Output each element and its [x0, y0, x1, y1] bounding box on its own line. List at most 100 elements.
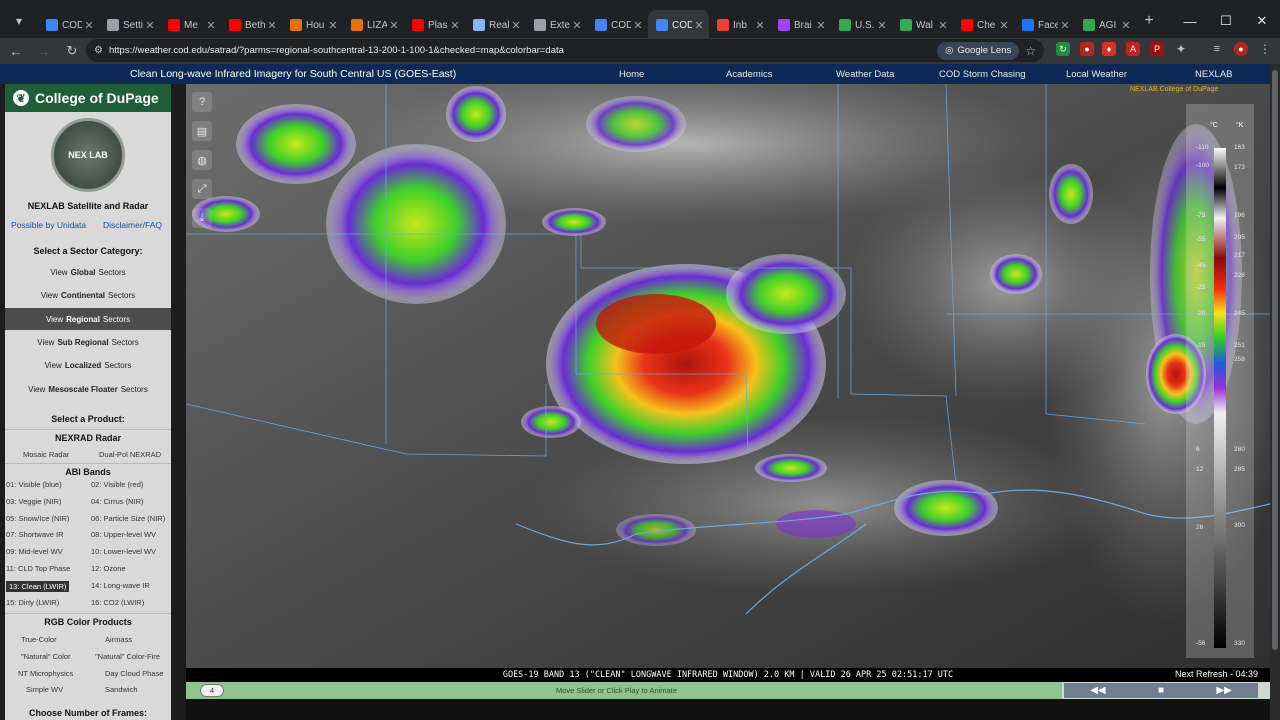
tab-close-icon[interactable]: ✕ [814, 19, 828, 32]
abi-band-link[interactable]: 06: Particle Size (NIR) [91, 514, 165, 523]
tab-close-icon[interactable]: ✕ [1119, 19, 1133, 32]
address-bar[interactable]: ⚙ https://weather.cod.edu/satrad/?parms=… [86, 39, 1044, 62]
sector-global-button[interactable]: View Global Sectors [5, 261, 171, 283]
browser-tab[interactable]: Beth ✕ [221, 10, 282, 40]
back-icon[interactable]: ← [4, 39, 28, 63]
tab-close-icon[interactable]: ✕ [387, 19, 401, 32]
abi-band-link[interactable]: 07: Shortwave IR [6, 530, 64, 539]
animation-slider[interactable]: 4 Move Slider or Click Play to Animate ◀… [186, 682, 1270, 699]
rgb-product-link[interactable]: True-Color [21, 635, 57, 644]
abi-band-link[interactable]: 02: Visible (red) [91, 480, 143, 489]
tab-close-icon[interactable]: ✕ [448, 19, 462, 32]
abi-band-link[interactable]: 03: Veggie (NIR) [6, 497, 61, 506]
browser-tab[interactable]: Che ✕ [953, 10, 1014, 40]
browser-tab[interactable]: Face ✕ [1014, 10, 1075, 40]
extension-abp-icon[interactable]: A [1126, 42, 1140, 56]
extension-red-icon[interactable]: ● [1080, 42, 1094, 56]
browser-tab[interactable]: COD ✕ [648, 10, 709, 40]
sector-mesoscale-button[interactable]: View Mesoscale Floater Sectors [5, 378, 171, 400]
disclaimer-link[interactable]: Disclaimer/FAQ [103, 220, 162, 230]
sector-subregional-button[interactable]: View Sub Regional Sectors [5, 331, 171, 353]
rgb-product-link[interactable]: Simple WV [26, 685, 63, 694]
abi-band-link[interactable]: 13: Clean (LWIR) [6, 580, 70, 592]
download-icon[interactable]: ⤓ [192, 208, 212, 228]
nexrad-dualpol-link[interactable]: Dual-Pol NEXRAD [99, 450, 161, 459]
tab-close-icon[interactable]: ✕ [204, 19, 218, 32]
abi-band-link[interactable]: 01: Visible (blue) [6, 480, 62, 489]
tab-close-icon[interactable]: ✕ [570, 19, 584, 32]
tab-close-icon[interactable]: ✕ [997, 19, 1011, 32]
cod-brand[interactable]: ❦ College of DuPage [5, 84, 171, 112]
abi-band-link[interactable]: 08: Upper-level WV [91, 530, 156, 539]
rgb-product-link[interactable]: Day Cloud Phase [105, 669, 163, 678]
nav-local-weather[interactable]: Local Weather [1066, 69, 1127, 80]
abi-band-link[interactable]: 05: Snow/Ice (NIR) [6, 514, 69, 523]
abi-band-link[interactable]: 10: Lower-level WV [91, 547, 156, 556]
stop-icon[interactable]: ■ [1158, 685, 1164, 696]
globe-icon[interactable]: ◍ [192, 150, 212, 170]
site-info-icon[interactable]: ⚙ [94, 45, 103, 56]
url-text[interactable]: https://weather.cod.edu/satrad/?parms=re… [109, 45, 937, 56]
rgb-product-link[interactable]: "Natural" Color-Fire [95, 652, 160, 661]
abi-band-link[interactable]: 16: CO2 (LWIR) [91, 598, 144, 607]
scrollbar-thumb[interactable] [1272, 70, 1278, 650]
bookmark-star-icon[interactable]: ☆ [1025, 44, 1036, 58]
nav-cod-storm-chasing[interactable]: COD Storm Chasing [939, 69, 1026, 80]
abi-band-link[interactable]: 04: Cirrus (NIR) [91, 497, 144, 506]
browser-tab[interactable]: U.S. ✕ [831, 10, 892, 40]
tab-close-icon[interactable]: ✕ [326, 19, 340, 32]
rgb-product-link[interactable]: "Natural" Color [21, 652, 71, 661]
browser-tab[interactable]: Setti ✕ [99, 10, 160, 40]
browser-tab[interactable]: Hou ✕ [282, 10, 343, 40]
nav-nexlab[interactable]: NEXLAB [1195, 69, 1233, 80]
browser-tab[interactable]: Wal ✕ [892, 10, 953, 40]
tab-close-icon[interactable]: ✕ [509, 19, 523, 32]
extensions-puzzle-icon[interactable]: ✦ [1174, 42, 1188, 56]
tab-close-icon[interactable]: ✕ [753, 19, 767, 32]
satellite-imagery[interactable] [186, 84, 1270, 680]
tab-close-icon[interactable]: ✕ [265, 19, 279, 32]
sector-regional-button[interactable]: View Regional Sectors [5, 308, 171, 330]
abi-band-link[interactable]: 15: Dirty (LWIR) [6, 598, 59, 607]
browser-tab[interactable]: AGI ✕ [1075, 10, 1136, 40]
google-lens-button[interactable]: ◎ Google Lens [937, 41, 1020, 60]
tab-close-icon[interactable]: ✕ [631, 19, 645, 32]
browser-tab[interactable]: Me ✕ [160, 10, 221, 40]
nexrad-mosaic-link[interactable]: Mosaic Radar [23, 450, 69, 459]
unidata-link[interactable]: Possible by Unidata [11, 220, 86, 230]
tab-close-icon[interactable]: ✕ [936, 19, 950, 32]
satellite-map[interactable]: °C °K -110 -100 -75 -55 -45 -25 -20 -15 6 12 26 -56… [186, 84, 1270, 680]
layers-icon[interactable]: ▤ [192, 121, 212, 141]
profile-avatar-icon[interactable]: ● [1234, 42, 1248, 56]
page-scrollbar[interactable] [1270, 64, 1280, 720]
tab-close-icon[interactable]: ✕ [692, 19, 706, 32]
browser-tab[interactable]: Brai ✕ [770, 10, 831, 40]
rgb-product-link[interactable]: NT Microphysics [18, 669, 73, 678]
rgb-product-link[interactable]: Airmass [105, 635, 132, 644]
rgb-product-link[interactable]: Sandwich [105, 685, 138, 694]
nav-weather-data[interactable]: Weather Data [836, 69, 894, 80]
forward-icon[interactable]: → [32, 39, 56, 63]
abi-band-link[interactable]: 14: Long-wave IR [91, 581, 150, 590]
slider-knob[interactable]: 4 [200, 684, 224, 697]
browser-tab[interactable]: COD ✕ [38, 10, 99, 40]
browser-tab[interactable]: LIZA ✕ [343, 10, 404, 40]
tab-close-icon[interactable]: ✕ [82, 19, 96, 32]
close-window-icon[interactable]: ✕ [1244, 0, 1280, 42]
browser-tab[interactable]: Inb ✕ [709, 10, 770, 40]
browser-tab[interactable]: COD ✕ [587, 10, 648, 40]
sector-localized-button[interactable]: View Localized Sectors [5, 354, 171, 376]
media-controls-icon[interactable]: ≡ [1210, 42, 1224, 56]
extension-pdf-icon[interactable]: P [1150, 42, 1164, 56]
sector-continental-button[interactable]: View Continental Sectors [5, 284, 171, 306]
new-tab-button[interactable]: + [1136, 12, 1162, 30]
tab-close-icon[interactable]: ✕ [875, 19, 889, 32]
tab-close-icon[interactable]: ✕ [1058, 19, 1072, 32]
browser-menu-icon[interactable]: ⋮ [1258, 42, 1272, 56]
nav-home[interactable]: Home [619, 69, 644, 80]
step-forward-icon[interactable]: ▶▶ [1216, 685, 1231, 696]
minimize-icon[interactable]: — [1172, 0, 1208, 42]
abi-band-link[interactable]: 11: CLD Top Phase [6, 564, 70, 573]
reload-icon[interactable]: ↻ [60, 39, 84, 63]
nav-academics[interactable]: Academics [726, 69, 772, 80]
